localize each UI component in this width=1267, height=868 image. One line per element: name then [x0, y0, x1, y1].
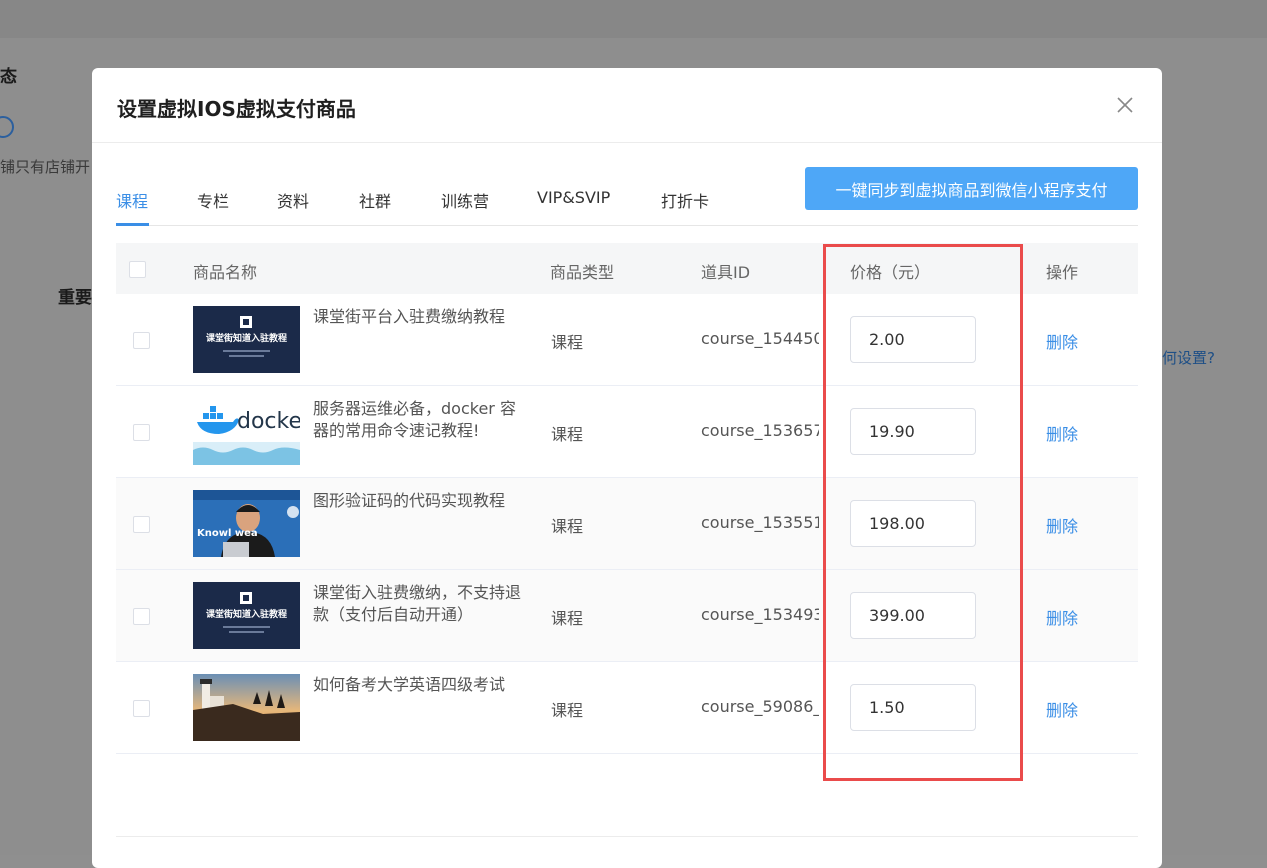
tab-training-camp[interactable]: 训练营 [441, 188, 489, 212]
delete-link[interactable]: 删除 [1046, 329, 1078, 353]
tab-discount-card[interactable]: 打折卡 [661, 188, 709, 212]
thumb-caption: docke [237, 409, 300, 434]
prop-id: course_153493 [701, 605, 819, 624]
lighthouse-photo [193, 674, 300, 741]
row-checkbox[interactable] [133, 332, 150, 349]
row-checkbox[interactable] [133, 424, 150, 441]
product-type: 课程 [551, 609, 584, 628]
background-important-label: 重要 [58, 288, 92, 308]
header-name: 商品名称 [193, 263, 258, 282]
tabs-divider [116, 225, 1138, 226]
prop-id: course_153657 [701, 421, 819, 440]
row-checkbox[interactable] [133, 516, 150, 533]
header-action: 操作 [1046, 263, 1079, 282]
book-icon: 课堂街知道入驻教程 [193, 582, 300, 649]
delete-link[interactable]: 删除 [1046, 421, 1078, 445]
tab-materials[interactable]: 资料 [277, 188, 309, 212]
background-help-link: 何设置? [1162, 349, 1215, 367]
tab-course[interactable]: 课程 [116, 188, 148, 212]
thumb-caption: 课堂街知道入驻教程 [206, 332, 287, 344]
delete-link[interactable]: 删除 [1046, 605, 1078, 629]
tab-vip-svip[interactable]: VIP&SVIP [537, 188, 610, 207]
course-thumbnail [193, 674, 300, 741]
product-name: 课堂街入驻费缴纳，不支持退款（支付后自动开通） [313, 583, 522, 624]
tab-community[interactable]: 社群 [359, 188, 391, 212]
select-all-checkbox[interactable] [129, 261, 146, 278]
product-name: 课堂街平台入驻费缴纳教程 [313, 307, 506, 326]
product-name: 服务器运维必备，docker 容器的常用命令速记教程! [313, 399, 516, 440]
header-prop-id: 道具ID [701, 263, 751, 282]
product-type: 课程 [551, 517, 584, 536]
course-thumbnail: 课堂街知道入驻教程 [193, 582, 300, 649]
prop-id: course_153551 [701, 513, 819, 532]
active-tab-indicator [116, 223, 149, 226]
product-type: 课程 [551, 333, 584, 352]
footer-divider [116, 836, 1138, 837]
docker-whale-icon: docke [193, 398, 300, 465]
product-type: 课程 [551, 701, 584, 720]
course-thumbnail: Knowl wea [193, 490, 300, 557]
background-status-label: 态 [0, 67, 17, 87]
price-column-highlight [823, 244, 1023, 781]
tab-column[interactable]: 专栏 [197, 188, 229, 212]
product-type: 课程 [551, 425, 584, 444]
book-icon: 课堂街知道入驻教程 [193, 306, 300, 373]
thumb-caption: Knowl wea [197, 528, 258, 539]
thumb-caption: 课堂街知道入驻教程 [206, 608, 287, 620]
sync-to-wechat-button[interactable]: 一键同步到虚拟商品到微信小程序支付 [805, 167, 1138, 210]
presenter-photo: Knowl wea [193, 490, 300, 557]
delete-link[interactable]: 删除 [1046, 697, 1078, 721]
delete-link[interactable]: 删除 [1046, 513, 1078, 537]
background-topbar [0, 0, 1267, 38]
row-checkbox[interactable] [133, 700, 150, 717]
course-thumbnail: docke [193, 398, 300, 465]
header-type: 商品类型 [550, 263, 615, 282]
product-name: 图形验证码的代码实现教程 [313, 491, 506, 510]
dialog-title: 设置虚拟IOS虚拟支付商品 [117, 97, 356, 121]
row-checkbox[interactable] [133, 608, 150, 625]
close-icon-svg [1117, 97, 1133, 113]
prop-id: course_154450 [701, 329, 819, 348]
close-icon[interactable] [1114, 94, 1136, 116]
product-name: 如何备考大学英语四级考试 [313, 675, 506, 694]
course-thumbnail: 课堂街知道入驻教程 [193, 306, 300, 373]
background-note: 铺只有店铺开 [0, 158, 91, 176]
title-divider [92, 142, 1162, 143]
prop-id: course_59086_4 [701, 697, 819, 716]
